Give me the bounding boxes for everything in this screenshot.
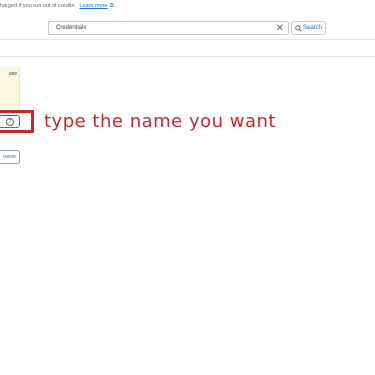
open-in-new-icon: ⧉ bbox=[110, 3, 114, 9]
close-icon[interactable]: ✕ bbox=[276, 22, 284, 35]
credits-notice: harged if you run out of credits. Learn … bbox=[0, 3, 114, 9]
info-box: ase bbox=[0, 67, 20, 107]
learn-more-link[interactable]: Learn more bbox=[79, 3, 107, 9]
annotation-text: type the name you want bbox=[44, 111, 276, 132]
divider bbox=[0, 39, 375, 40]
search-bar[interactable]: Credentials ✕ bbox=[48, 21, 289, 35]
search-button-label: Search bbox=[302, 25, 322, 31]
name-input[interactable]: ? bbox=[0, 115, 20, 128]
search-button[interactable]: Search bbox=[291, 21, 326, 35]
search-input[interactable]: Credentials bbox=[56, 25, 86, 31]
info-box-text: ase bbox=[8, 71, 17, 77]
search-icon bbox=[295, 24, 302, 32]
credits-notice-text: harged if you run out of credits. bbox=[0, 3, 76, 9]
browse-button[interactable]: owse bbox=[0, 150, 20, 164]
divider bbox=[0, 56, 375, 57]
help-circle-icon[interactable]: ? bbox=[6, 118, 14, 126]
